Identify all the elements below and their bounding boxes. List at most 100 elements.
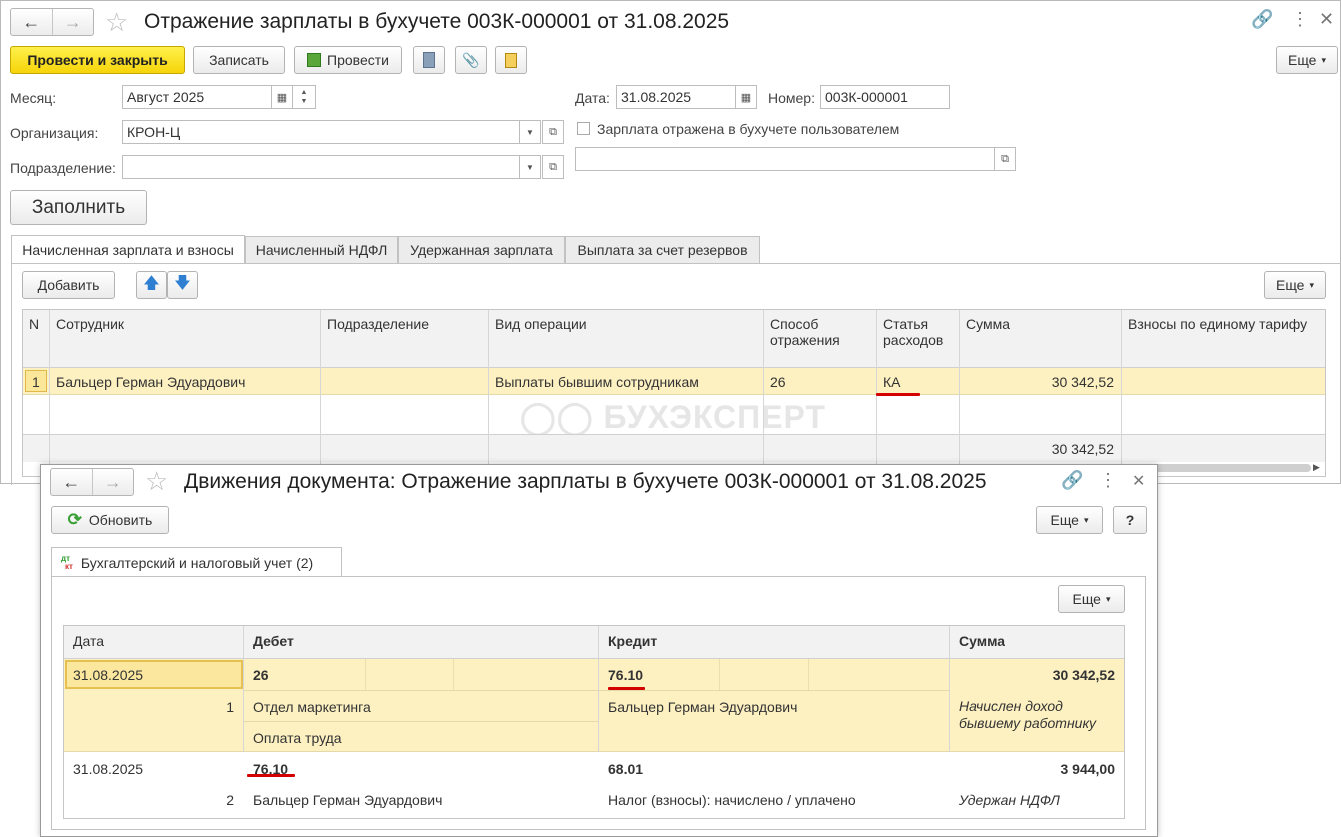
inner-more-button[interactable]: Еще ▾ xyxy=(1058,585,1125,613)
tab-label: Бухгалтерский и налоговый учет (2) xyxy=(80,554,314,571)
favorite-star-icon[interactable]: ☆ xyxy=(145,466,168,497)
entry-debit-account: 26 xyxy=(253,667,269,683)
back-arrow-icon[interactable]: ← xyxy=(51,469,92,495)
col-header-credit: Кредит xyxy=(608,633,658,649)
entry-date: 31.08.2025 xyxy=(73,667,144,683)
post-and-close-button[interactable]: Провести и закрыть xyxy=(10,46,185,74)
tab-withheld-salary[interactable]: Удержанная зарплата xyxy=(398,236,565,263)
move-down-icon[interactable]: 🡇 xyxy=(167,271,198,299)
watermark-symbol: ◯◯ xyxy=(520,399,594,435)
date-calendar-icon[interactable]: ▦ xyxy=(735,85,757,109)
highlight-underline xyxy=(876,393,920,396)
refresh-button[interactable]: ⟳ Обновить xyxy=(51,506,169,534)
move-up-icon[interactable]: 🡅 xyxy=(136,271,167,299)
entry-date: 31.08.2025 xyxy=(73,761,144,777)
report-icon[interactable] xyxy=(413,46,445,74)
entry-number: 1 xyxy=(226,699,234,715)
month-spinner[interactable]: ▲ ▼ xyxy=(292,85,316,109)
tab-accrued-salary[interactable]: Начисленная зарплата и взносы xyxy=(11,235,245,264)
more-button-label: Еще xyxy=(1287,52,1317,68)
horizontal-scrollbar[interactable] xyxy=(1143,464,1311,472)
debit-credit-icon: дт кт xyxy=(61,554,73,571)
col-header-sum: Сумма xyxy=(959,633,1006,649)
more-vertical-icon[interactable]: ⋮ xyxy=(1099,470,1117,491)
row-expense-item: КА xyxy=(883,374,901,390)
attachment-icon[interactable]: 📎 xyxy=(455,46,487,74)
organization-dropdown-icon[interactable]: ▼ xyxy=(519,120,541,144)
chevron-down-icon: ▾ xyxy=(1321,54,1327,65)
nav-buttons: ← → xyxy=(10,8,94,36)
watermark-logo: ◯◯ БУХЭКСПЕРТ xyxy=(520,398,826,436)
link-icon[interactable]: 🔗 xyxy=(1061,470,1083,491)
col-header-date: Дата xyxy=(73,633,105,649)
entry-credit-subconto-1: Бальцер Герман Эдуардович xyxy=(608,699,798,715)
add-row-button[interactable]: Добавить xyxy=(22,271,115,299)
more-button[interactable]: Еще ▾ xyxy=(1276,46,1338,74)
tab-reserve-payment[interactable]: Выплата за счет резервов xyxy=(565,236,760,263)
post-button-label: Провести xyxy=(327,52,389,68)
refresh-label: Обновить xyxy=(88,512,153,528)
post-button[interactable]: Провести xyxy=(294,46,402,74)
forward-arrow-icon[interactable]: → xyxy=(51,9,94,35)
forward-arrow-icon[interactable]: → xyxy=(91,469,134,495)
row-sum: 30 342,52 xyxy=(1051,374,1114,390)
col-header-method: Способ отражения xyxy=(770,316,840,348)
table-more-label: Еще xyxy=(1275,277,1305,293)
col-header-contributions: Взносы по единому тарифу xyxy=(1128,316,1308,332)
close-icon[interactable]: ✕ xyxy=(1319,9,1334,30)
fill-button[interactable]: Заполнить xyxy=(10,190,147,225)
department-label: Подразделение: xyxy=(10,160,116,176)
entry-debit-subconto-1: Отдел маркетинга xyxy=(253,699,371,715)
col-header-n: N xyxy=(29,316,40,332)
department-field[interactable] xyxy=(122,155,520,179)
tab-accrued-ndfl[interactable]: Начисленный НДФЛ xyxy=(245,236,398,263)
col-header-expense: Статья расходов xyxy=(883,316,944,348)
save-button[interactable]: Записать xyxy=(193,46,285,74)
debit-credit-icon-bottom: кт xyxy=(65,561,73,571)
organization-field[interactable]: КРОН-Ц xyxy=(122,120,520,144)
table-footer xyxy=(23,434,1325,462)
table-more-button[interactable]: Еще ▾ xyxy=(1264,271,1326,299)
number-label: Номер: xyxy=(768,90,815,106)
calendar-icon[interactable]: ▦ xyxy=(271,85,293,109)
row-method: 26 xyxy=(770,374,786,390)
link-icon[interactable]: 🔗 xyxy=(1251,9,1273,30)
user-reflected-checkbox[interactable] xyxy=(577,122,590,135)
help-button[interactable]: ? xyxy=(1113,506,1147,534)
window-title: Движения документа: Отражение зарплаты в… xyxy=(184,470,987,493)
more-vertical-icon[interactable]: ⋮ xyxy=(1291,9,1309,30)
organization-open-icon[interactable]: ⧉ xyxy=(542,120,564,144)
accruals-table: N Сотрудник Подразделение Вид операции С… xyxy=(22,309,1326,477)
entry-number: 2 xyxy=(226,792,234,808)
entries-table: Дата Дебет Кредит Сумма 31.08.2025 26 76… xyxy=(63,625,1125,819)
department-open-icon[interactable]: ⧉ xyxy=(542,155,564,179)
nav-buttons: ← → xyxy=(50,468,134,496)
close-icon[interactable]: ✕ xyxy=(1132,471,1145,491)
entry-sum: 30 342,52 xyxy=(1052,667,1115,683)
entry-content: Удержан НДФЛ xyxy=(959,792,1060,808)
entry-content: Начислен доход бывшему работнику xyxy=(959,698,1097,731)
comment-open-icon[interactable]: ⧉ xyxy=(994,147,1016,171)
tab-accounting-tax[interactable]: дт кт Бухгалтерский и налоговый учет (2) xyxy=(51,547,342,577)
month-field[interactable]: Август 2025 xyxy=(122,85,272,109)
chevron-down-icon: ▾ xyxy=(1309,279,1315,290)
entry-sum: 3 944,00 xyxy=(1060,761,1116,777)
more-button[interactable]: Еще ▾ xyxy=(1036,506,1103,534)
col-header-debit: Дебет xyxy=(253,633,294,649)
favorite-star-icon[interactable]: ☆ xyxy=(105,7,128,38)
credit-highlight-underline xyxy=(608,687,645,690)
month-label: Месяц: xyxy=(10,90,57,106)
entry-credit-account: 68.01 xyxy=(608,761,644,777)
date-field[interactable]: 31.08.2025 xyxy=(616,85,736,109)
entry-debit-subconto-1: Бальцер Герман Эдуардович xyxy=(253,792,443,808)
back-arrow-icon[interactable]: ← xyxy=(11,9,52,35)
number-field[interactable]: 003К-000001 xyxy=(820,85,950,109)
scroll-right-icon[interactable]: ▶ xyxy=(1313,462,1320,473)
organization-label: Организация: xyxy=(10,125,99,141)
refresh-icon: ⟳ xyxy=(67,510,82,529)
comment-field[interactable] xyxy=(575,147,995,171)
document-structure-icon[interactable] xyxy=(495,46,527,74)
department-dropdown-icon[interactable]: ▼ xyxy=(519,155,541,179)
chevron-down-icon: ▾ xyxy=(1105,593,1111,604)
more-button-label: Еще xyxy=(1050,512,1079,528)
